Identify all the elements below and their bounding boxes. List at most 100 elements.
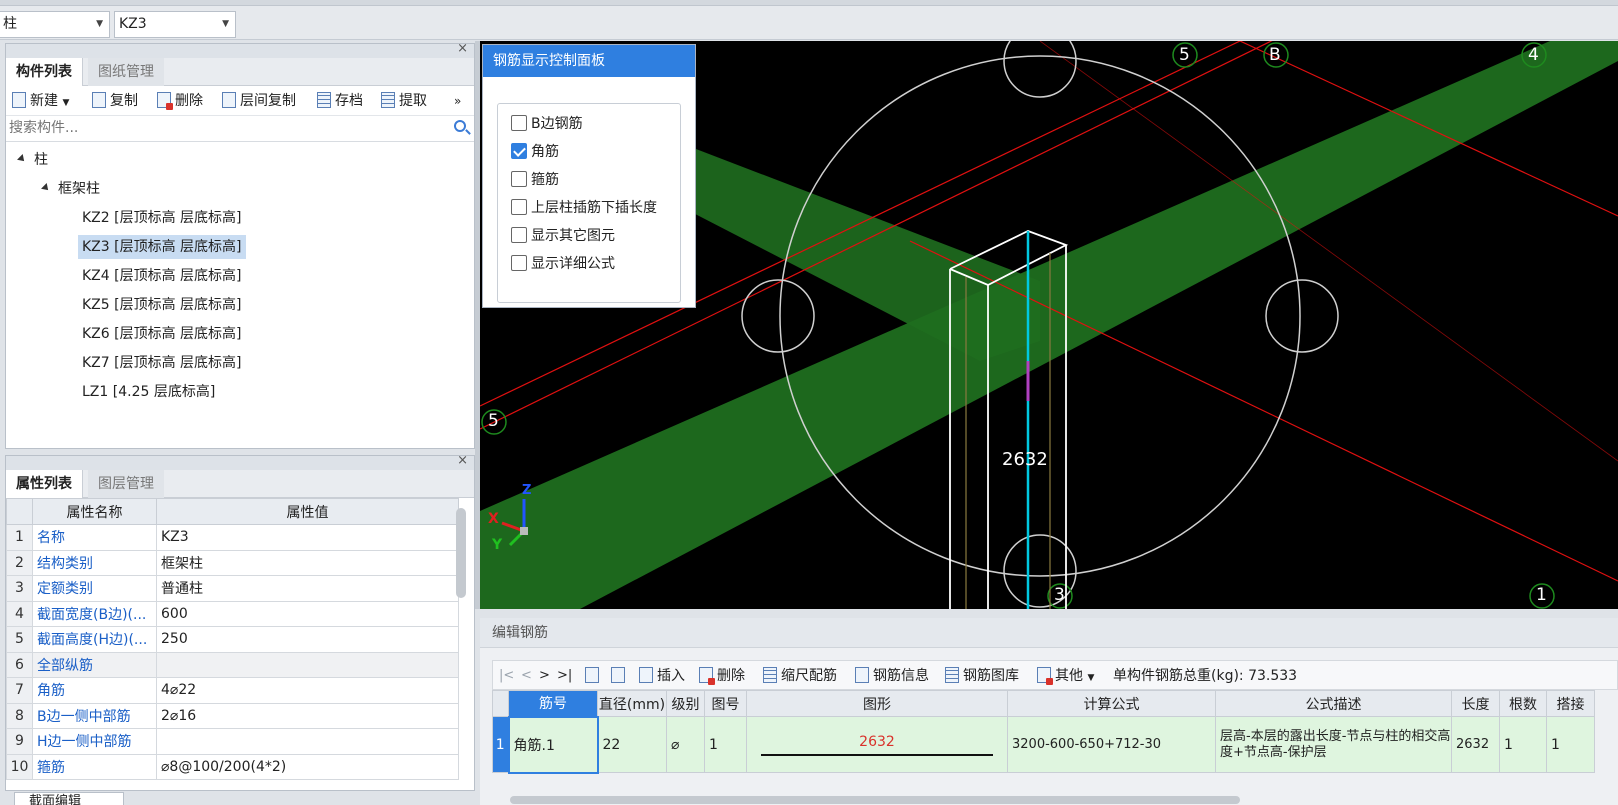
axis-origin bbox=[520, 527, 528, 535]
property-value[interactable]: KZ3 bbox=[156, 524, 459, 551]
search-bar bbox=[6, 116, 474, 142]
tree-node-column[interactable]: 柱 bbox=[17, 148, 48, 172]
checkbox[interactable] bbox=[511, 227, 527, 243]
other-icon bbox=[1037, 667, 1053, 685]
move-down-button[interactable] bbox=[611, 665, 629, 687]
formula-cell[interactable]: 3200-600-650+712-30 bbox=[1007, 716, 1216, 773]
tree-node-frame-column[interactable]: 框架柱 bbox=[41, 177, 100, 201]
property-row[interactable]: 4 截面宽度(B边)(... 600 bbox=[6, 600, 459, 627]
more-icon[interactable]: » bbox=[454, 91, 461, 111]
tree-item[interactable]: KZ5 [层顶标高 层底标高] bbox=[82, 293, 242, 317]
insert-button[interactable]: 插入 bbox=[639, 665, 685, 687]
property-value[interactable]: 4⌀22 bbox=[156, 677, 459, 704]
next-button[interactable]: > bbox=[539, 665, 550, 687]
last-button[interactable]: >| bbox=[557, 665, 572, 687]
option-corner-rebar[interactable]: 角筋 bbox=[511, 141, 559, 163]
tree-item[interactable]: KZ2 [层顶标高 层底标高] bbox=[82, 206, 242, 230]
copy-button[interactable]: 复制 bbox=[92, 91, 138, 111]
tree-item-selected[interactable]: KZ3 [层顶标高 层底标高] bbox=[78, 235, 246, 259]
rebar-table-header: 筋号 直径(mm) 级别 图号 图形 计算公式 公式描述 长度 根数 搭接 bbox=[492, 690, 1595, 717]
property-value[interactable]: 600 bbox=[156, 600, 459, 627]
property-value[interactable] bbox=[156, 728, 459, 755]
option-upper-insert-length[interactable]: 上层柱插筋下插长度 bbox=[511, 197, 657, 219]
tree-item[interactable]: KZ7 [层顶标高 层底标高] bbox=[82, 351, 242, 375]
tree-item[interactable]: LZ1 [4.25 层底标高] bbox=[82, 380, 215, 404]
count-cell[interactable]: 1 bbox=[1499, 716, 1547, 773]
property-row[interactable]: 10 箍筋 ⌀8@100/200(4*2) bbox=[6, 753, 459, 780]
checkbox[interactable] bbox=[511, 199, 527, 215]
rebar-info-button[interactable]: 钢筋信息 bbox=[855, 665, 929, 687]
property-scrollbar[interactable] bbox=[456, 508, 466, 598]
option-b-side-rebar[interactable]: B边钢筋 bbox=[511, 113, 583, 135]
close-icon[interactable]: × bbox=[457, 41, 468, 56]
archive-icon bbox=[317, 92, 331, 108]
property-row[interactable]: 3 定额类别 普通柱 bbox=[6, 575, 459, 602]
tab-property-list[interactable]: 属性列表 bbox=[6, 470, 83, 498]
first-button[interactable]: |< bbox=[499, 665, 514, 687]
expand-icon[interactable] bbox=[17, 154, 27, 164]
scale-rebar-button[interactable]: 缩尺配筋 bbox=[763, 665, 837, 687]
rebar-library-button[interactable]: 钢筋图库 bbox=[945, 665, 1019, 687]
option-stirrup[interactable]: 箍筋 bbox=[511, 169, 559, 191]
diameter-cell[interactable]: 22 bbox=[597, 716, 667, 773]
search-icon[interactable] bbox=[454, 120, 466, 132]
new-button[interactable]: 新建 ▼ bbox=[12, 91, 69, 111]
archive-button[interactable]: 存档 bbox=[317, 91, 363, 111]
floor-copy-button[interactable]: 层间复制 bbox=[222, 91, 296, 111]
tree-item[interactable]: KZ4 [层顶标高 层底标高] bbox=[82, 264, 242, 288]
property-row[interactable]: 8 B边一侧中部筋 2⌀16 bbox=[6, 702, 459, 729]
beam-crossing bbox=[670, 139, 1040, 361]
property-row[interactable]: 9 H边一侧中部筋 bbox=[6, 728, 459, 755]
component-select[interactable]: KZ3 ▼ bbox=[114, 11, 236, 38]
property-row[interactable]: 1 名称 KZ3 bbox=[6, 524, 459, 551]
checkbox[interactable] bbox=[511, 255, 527, 271]
editor-scrollbar[interactable] bbox=[510, 796, 1240, 804]
property-row[interactable]: 5 截面高度(H边)(... 250 bbox=[6, 626, 459, 653]
delete-button[interactable]: 删除 bbox=[157, 91, 203, 111]
grade-cell[interactable]: ⌀ bbox=[666, 716, 705, 773]
property-value[interactable] bbox=[156, 651, 459, 678]
length-cell[interactable]: 2632 bbox=[1451, 716, 1500, 773]
tab-section-edit[interactable]: 截面编辑 bbox=[14, 792, 124, 805]
other-button[interactable]: 其他 ▼ bbox=[1037, 665, 1094, 687]
checkbox-checked[interactable] bbox=[511, 143, 527, 159]
tab-layer-management[interactable]: 图层管理 bbox=[88, 470, 164, 498]
property-value[interactable]: ⌀8@100/200(4*2) bbox=[156, 753, 459, 780]
grid-marker-label: 5 bbox=[488, 411, 499, 431]
menu-strip bbox=[0, 0, 1618, 6]
property-value[interactable]: 250 bbox=[156, 626, 459, 653]
checkbox[interactable] bbox=[511, 115, 527, 131]
tab-component-list[interactable]: 构件列表 bbox=[6, 58, 83, 86]
property-value[interactable]: 2⌀16 bbox=[156, 702, 459, 729]
delete-row-button[interactable]: 删除 bbox=[699, 665, 745, 687]
option-show-detailed-formula[interactable]: 显示详细公式 bbox=[511, 253, 615, 275]
table-row[interactable]: 1 角筋.1 22 ⌀ 1 2632 3200-600-650+712-30 层… bbox=[492, 715, 1595, 774]
rebar-display-control-panel: 钢筋显示控制面板 B边钢筋 角筋 箍筋 上层柱插筋下插长度 显示其它图元 显示详… bbox=[482, 44, 696, 308]
figure-no-cell[interactable]: 1 bbox=[704, 716, 747, 773]
checkbox[interactable] bbox=[511, 171, 527, 187]
property-value[interactable]: 普通柱 bbox=[156, 575, 459, 602]
property-row[interactable]: 6 全部纵筋 bbox=[6, 651, 459, 678]
header-length: 长度 bbox=[1451, 690, 1500, 717]
close-icon[interactable]: × bbox=[457, 453, 468, 468]
property-row[interactable]: 2 结构类别 框架柱 bbox=[6, 549, 459, 576]
property-table: 属性名称 属性值 1 名称 KZ3 2 结构类别 框架柱 3 定额类别 普通柱 4 截面宽度(… bbox=[6, 498, 459, 780]
shape-cell[interactable]: 2632 bbox=[746, 716, 1008, 773]
search-input[interactable] bbox=[6, 116, 426, 140]
header-corner bbox=[6, 498, 33, 525]
grid-marker-label: 3 bbox=[1054, 585, 1065, 605]
tab-drawing-management[interactable]: 图纸管理 bbox=[88, 58, 164, 86]
tree-item[interactable]: KZ6 [层顶标高 层底标高] bbox=[82, 322, 242, 346]
expand-icon[interactable] bbox=[41, 183, 51, 193]
bar-no-cell[interactable]: 角筋.1 bbox=[507, 715, 599, 774]
floor-select[interactable]: 柱 ▼ bbox=[0, 11, 110, 38]
row-number: 1 bbox=[492, 716, 509, 773]
property-value[interactable]: 框架柱 bbox=[156, 549, 459, 576]
prev-button[interactable]: < bbox=[521, 665, 532, 687]
description-cell[interactable]: 层高-本层的露出长度-节点与柱的相交高度+节点高-保护层 bbox=[1215, 716, 1452, 773]
property-row[interactable]: 7 角筋 4⌀22 bbox=[6, 677, 459, 704]
option-show-other-elements[interactable]: 显示其它图元 bbox=[511, 225, 615, 247]
move-up-button[interactable] bbox=[585, 665, 603, 687]
extract-button[interactable]: 提取 bbox=[381, 91, 427, 111]
lap-cell[interactable]: 1 bbox=[1546, 716, 1595, 773]
